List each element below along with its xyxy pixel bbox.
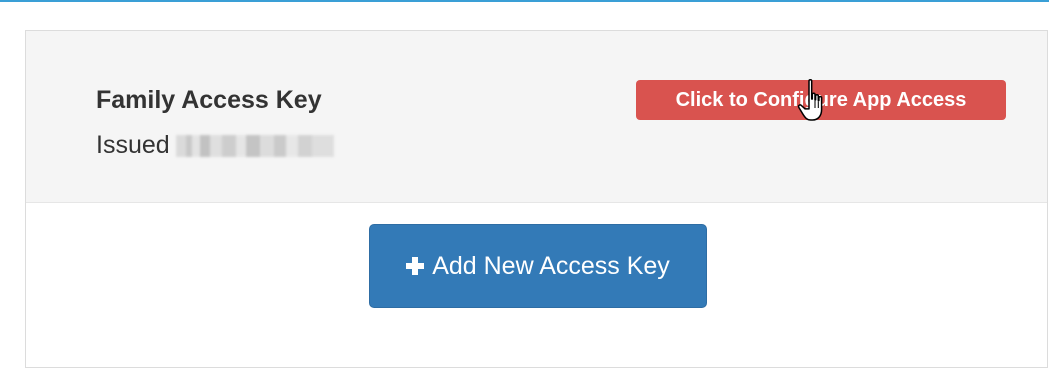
hand-pointer-icon xyxy=(797,79,823,121)
access-key-issued: Issued xyxy=(96,131,334,160)
top-divider xyxy=(0,0,1049,2)
access-key-title: Family Access Key xyxy=(96,86,322,114)
issued-label: Issued xyxy=(96,131,170,159)
redacted-issued-date xyxy=(175,134,334,157)
plus-icon xyxy=(406,257,425,275)
access-key-panel: Family Access Key Issued Click to Config… xyxy=(25,30,1048,368)
access-key-heading: Family Access Key Issued Click to Config… xyxy=(26,31,1047,203)
add-new-access-key-button[interactable]: Add New Access Key xyxy=(369,224,707,308)
add-new-access-key-label: Add New Access Key xyxy=(432,251,670,280)
